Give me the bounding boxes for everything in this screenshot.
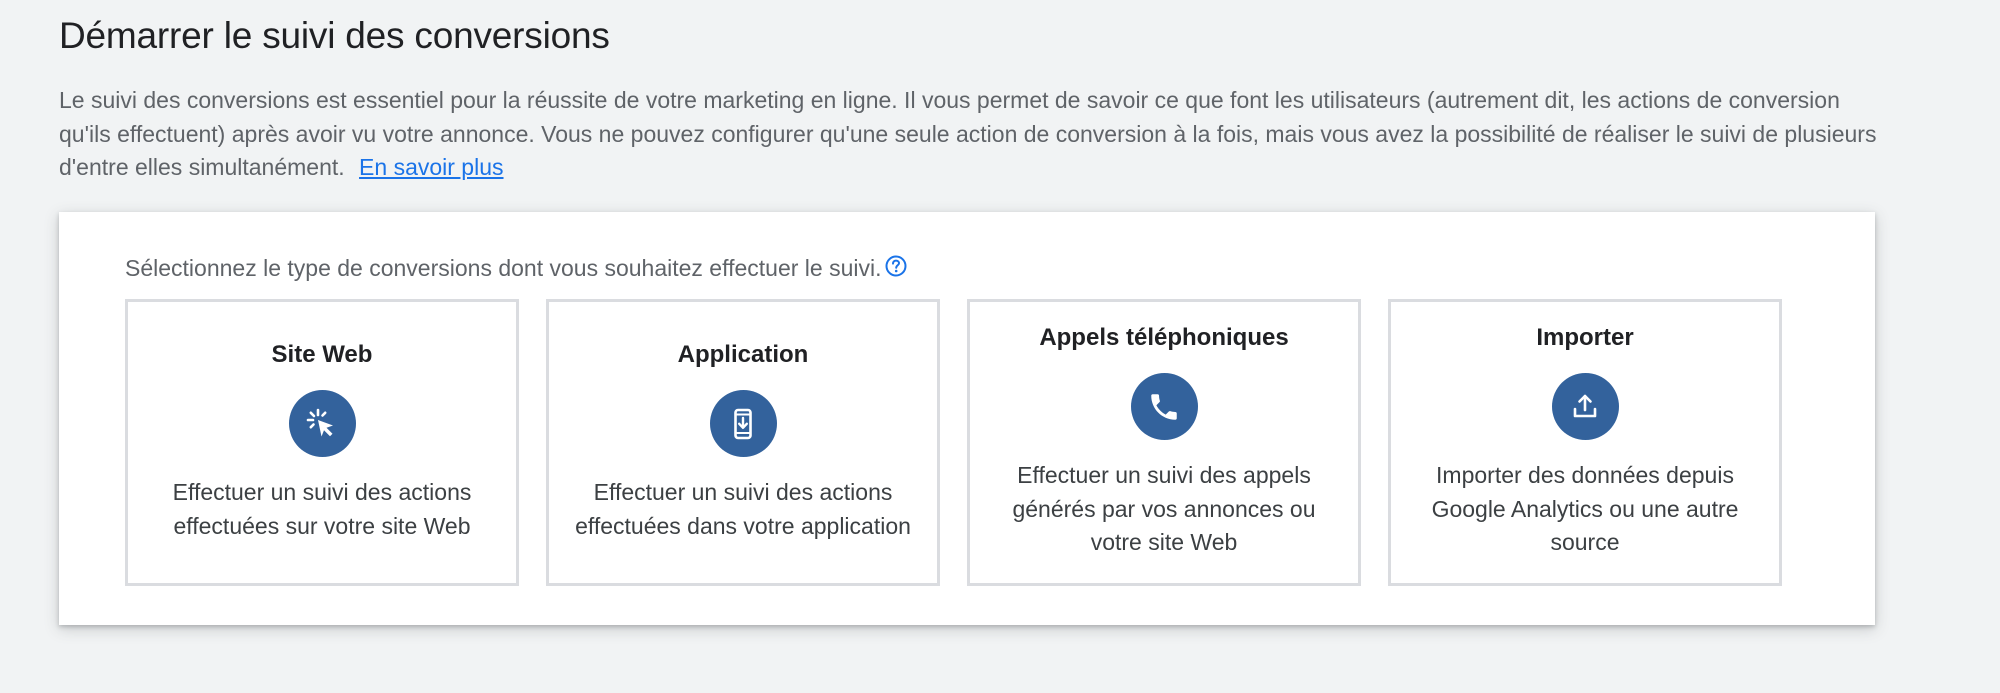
intro-text: Le suivi des conversions est essentiel p… (59, 87, 1877, 180)
card-import[interactable]: Importer Importer des données depuis Goo… (1388, 299, 1782, 586)
conversion-type-panel: Sélectionnez le type de conversions dont… (59, 212, 1875, 625)
intro-paragraph: Le suivi des conversions est essentiel p… (59, 84, 1879, 185)
card-site-web-title: Site Web (271, 341, 373, 368)
learn-more-link[interactable]: En savoir plus (359, 154, 503, 180)
conversion-type-prompt: Sélectionnez le type de conversions dont… (125, 252, 907, 284)
help-circle-icon[interactable] (885, 253, 907, 277)
phone-call-icon (1130, 373, 1198, 440)
click-cursor-icon (288, 390, 356, 457)
card-application-title: Application (677, 341, 809, 368)
page-title: Démarrer le suivi des conversions (59, 15, 610, 56)
card-application-description: Effectuer un suivi des actions effectuée… (575, 479, 911, 539)
card-import-title: Importer (1536, 324, 1634, 351)
card-import-description: Importer des données depuis Google Analy… (1431, 462, 1739, 555)
card-phone-calls-title: Appels téléphoniques (1039, 324, 1289, 351)
prompt-text: Sélectionnez le type de conversions dont… (125, 255, 882, 281)
card-phone-calls-description: Effectuer un suivi des appels générés pa… (1012, 462, 1316, 555)
card-application[interactable]: Application Effectuer un suivi des actio… (546, 299, 940, 586)
card-site-web[interactable]: Site Web Effectuer un suivi des actions … (125, 299, 519, 586)
card-phone-calls[interactable]: Appels téléphoniques Effectuer un suivi … (967, 299, 1361, 586)
card-site-web-description: Effectuer un suivi des actions effectuée… (172, 479, 472, 539)
upload-icon (1551, 373, 1619, 440)
phone-download-icon (709, 390, 777, 457)
